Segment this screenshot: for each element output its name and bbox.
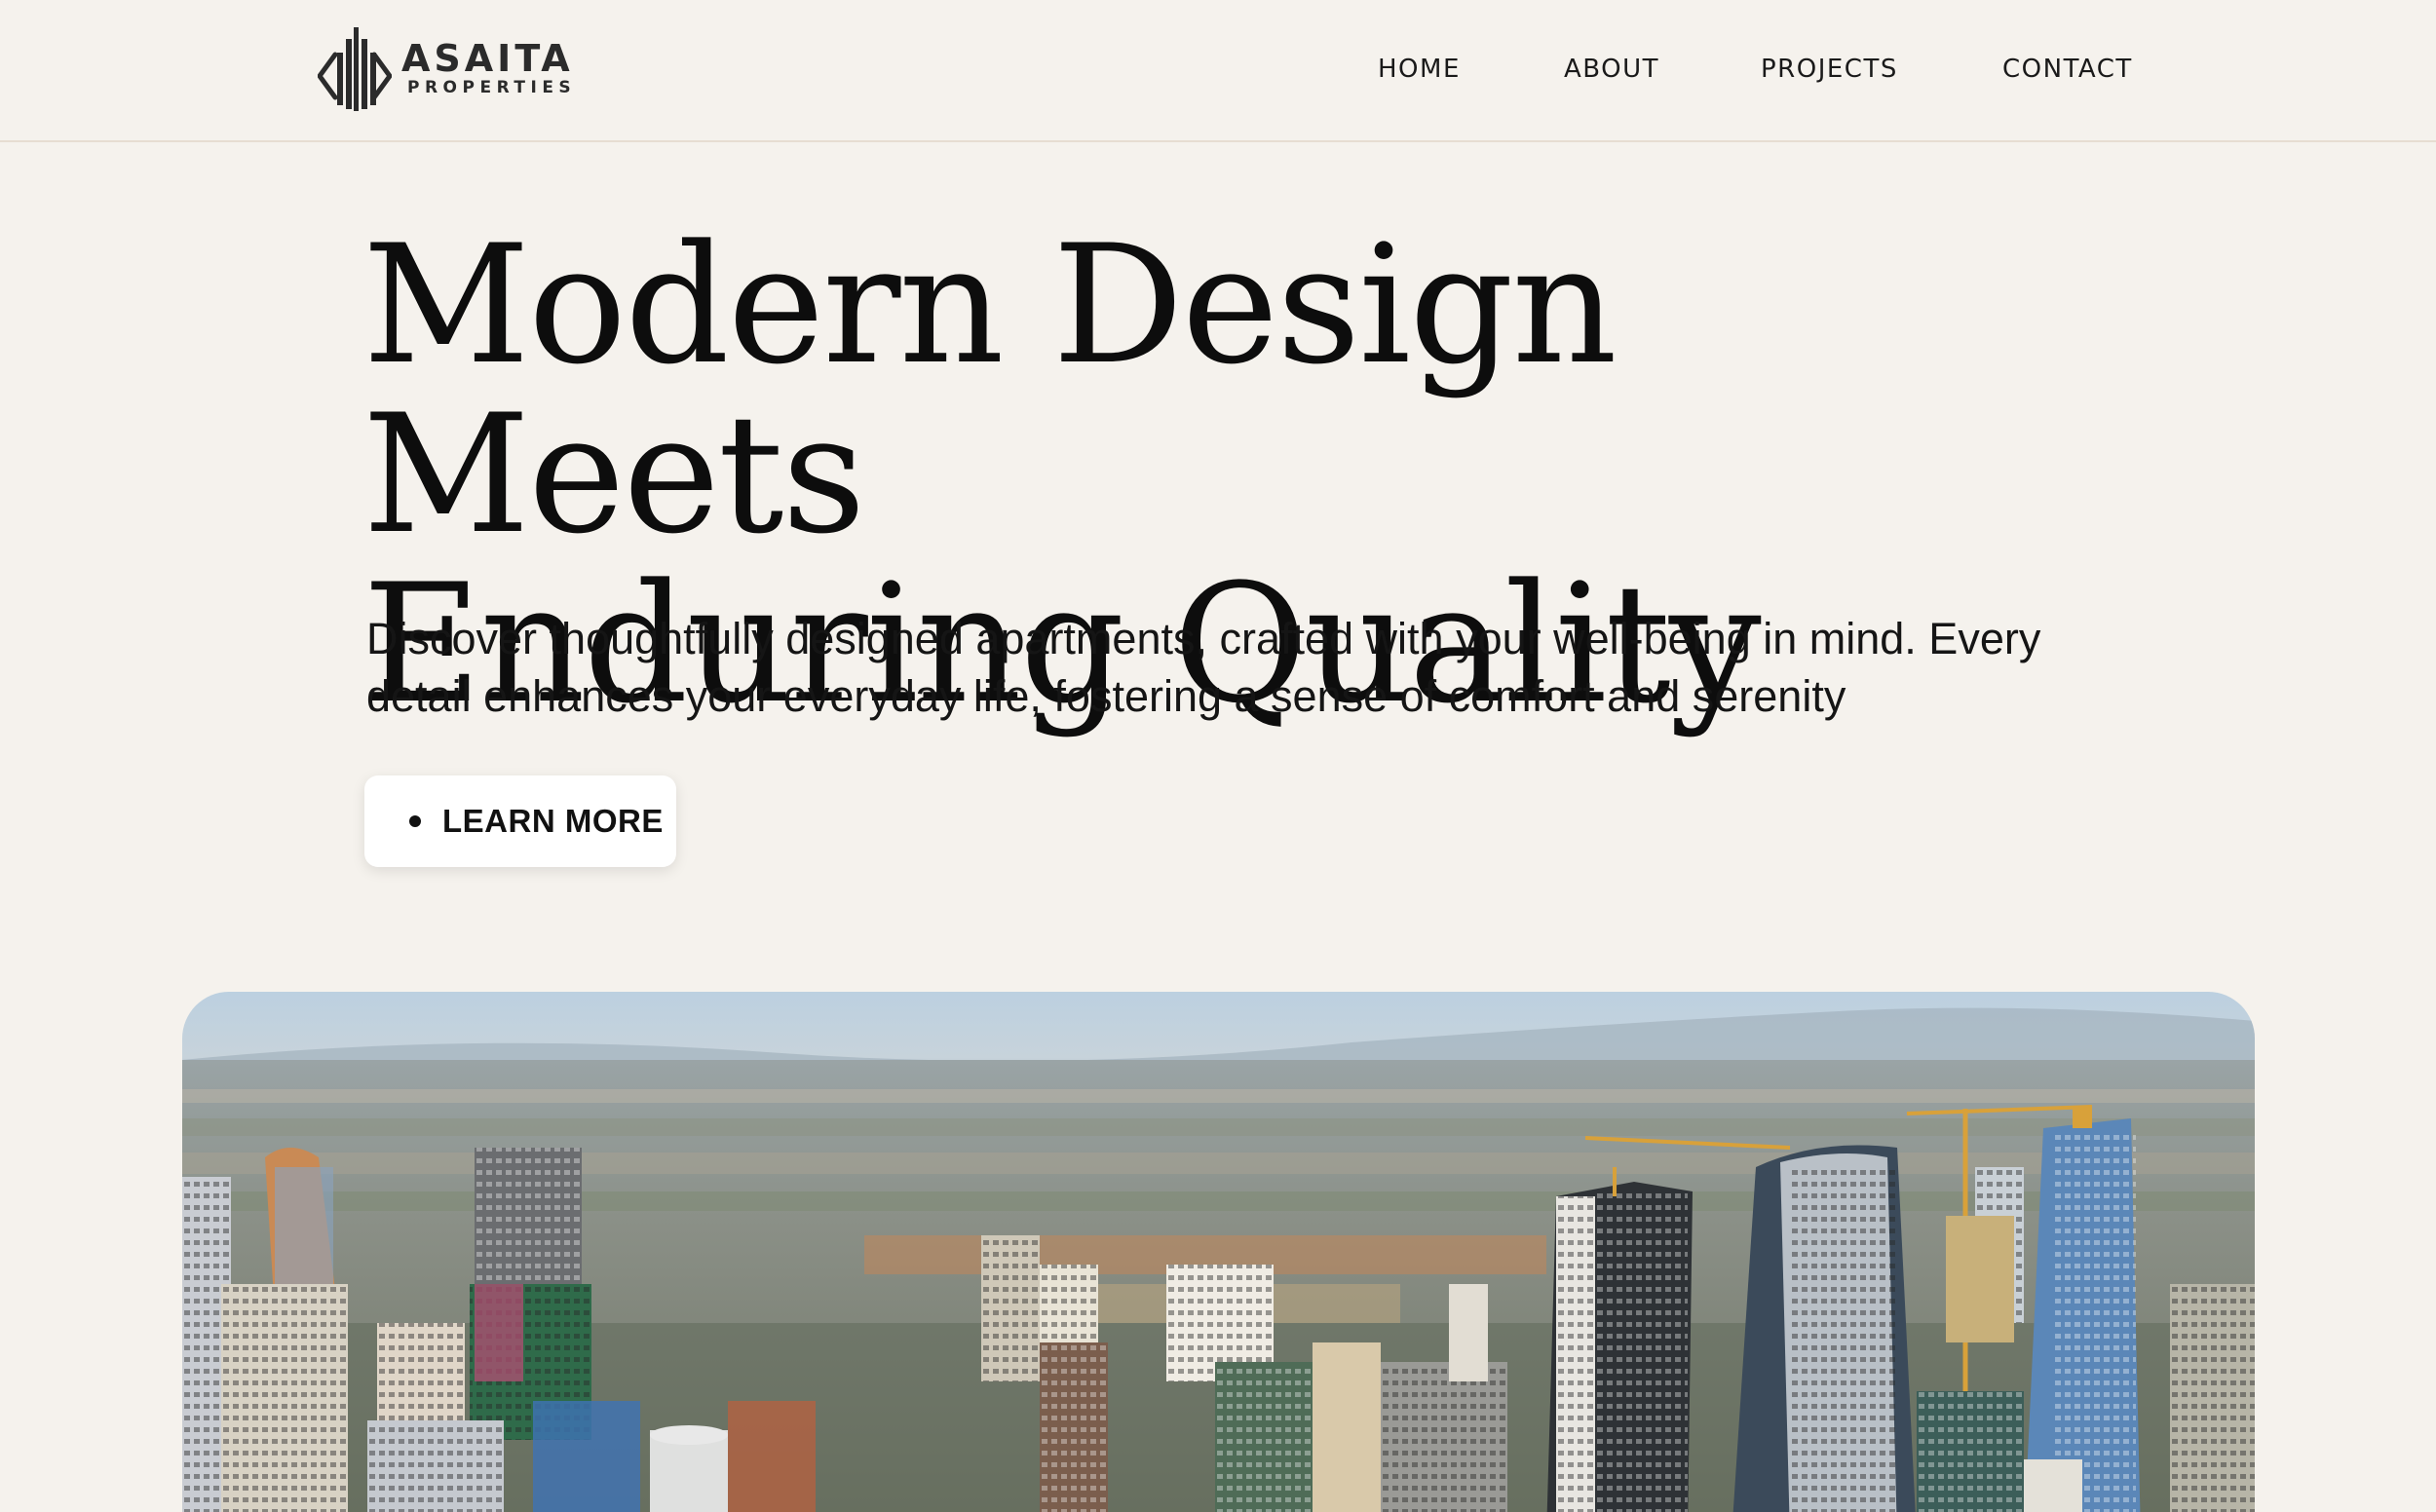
- bullet-dot-icon: [409, 815, 421, 827]
- city-skyline-image: [182, 992, 2255, 1512]
- hero-description: Discover thoughtfully designed apartment…: [366, 614, 2041, 721]
- nav-item-home[interactable]: HOME: [1378, 55, 1461, 84]
- nav-item-about[interactable]: ABOUT: [1564, 55, 1659, 84]
- hero-title-line-1: Modern Design Meets: [362, 209, 1618, 570]
- page: ASAITA PROPERTIES HOME ABOUT PROJECTS CO…: [0, 0, 2436, 1512]
- site-header: ASAITA PROPERTIES HOME ABOUT PROJECTS CO…: [0, 0, 2436, 142]
- learn-more-label: LEARN MORE: [442, 803, 664, 839]
- city-skyline-illustration: [182, 992, 2255, 1512]
- learn-more-button[interactable]: LEARN MORE: [364, 775, 676, 867]
- main-nav: HOME ABOUT PROJECTS CONTACT: [0, 55, 2436, 90]
- nav-item-projects[interactable]: PROJECTS: [1761, 55, 1898, 84]
- nav-item-contact[interactable]: CONTACT: [2002, 55, 2133, 84]
